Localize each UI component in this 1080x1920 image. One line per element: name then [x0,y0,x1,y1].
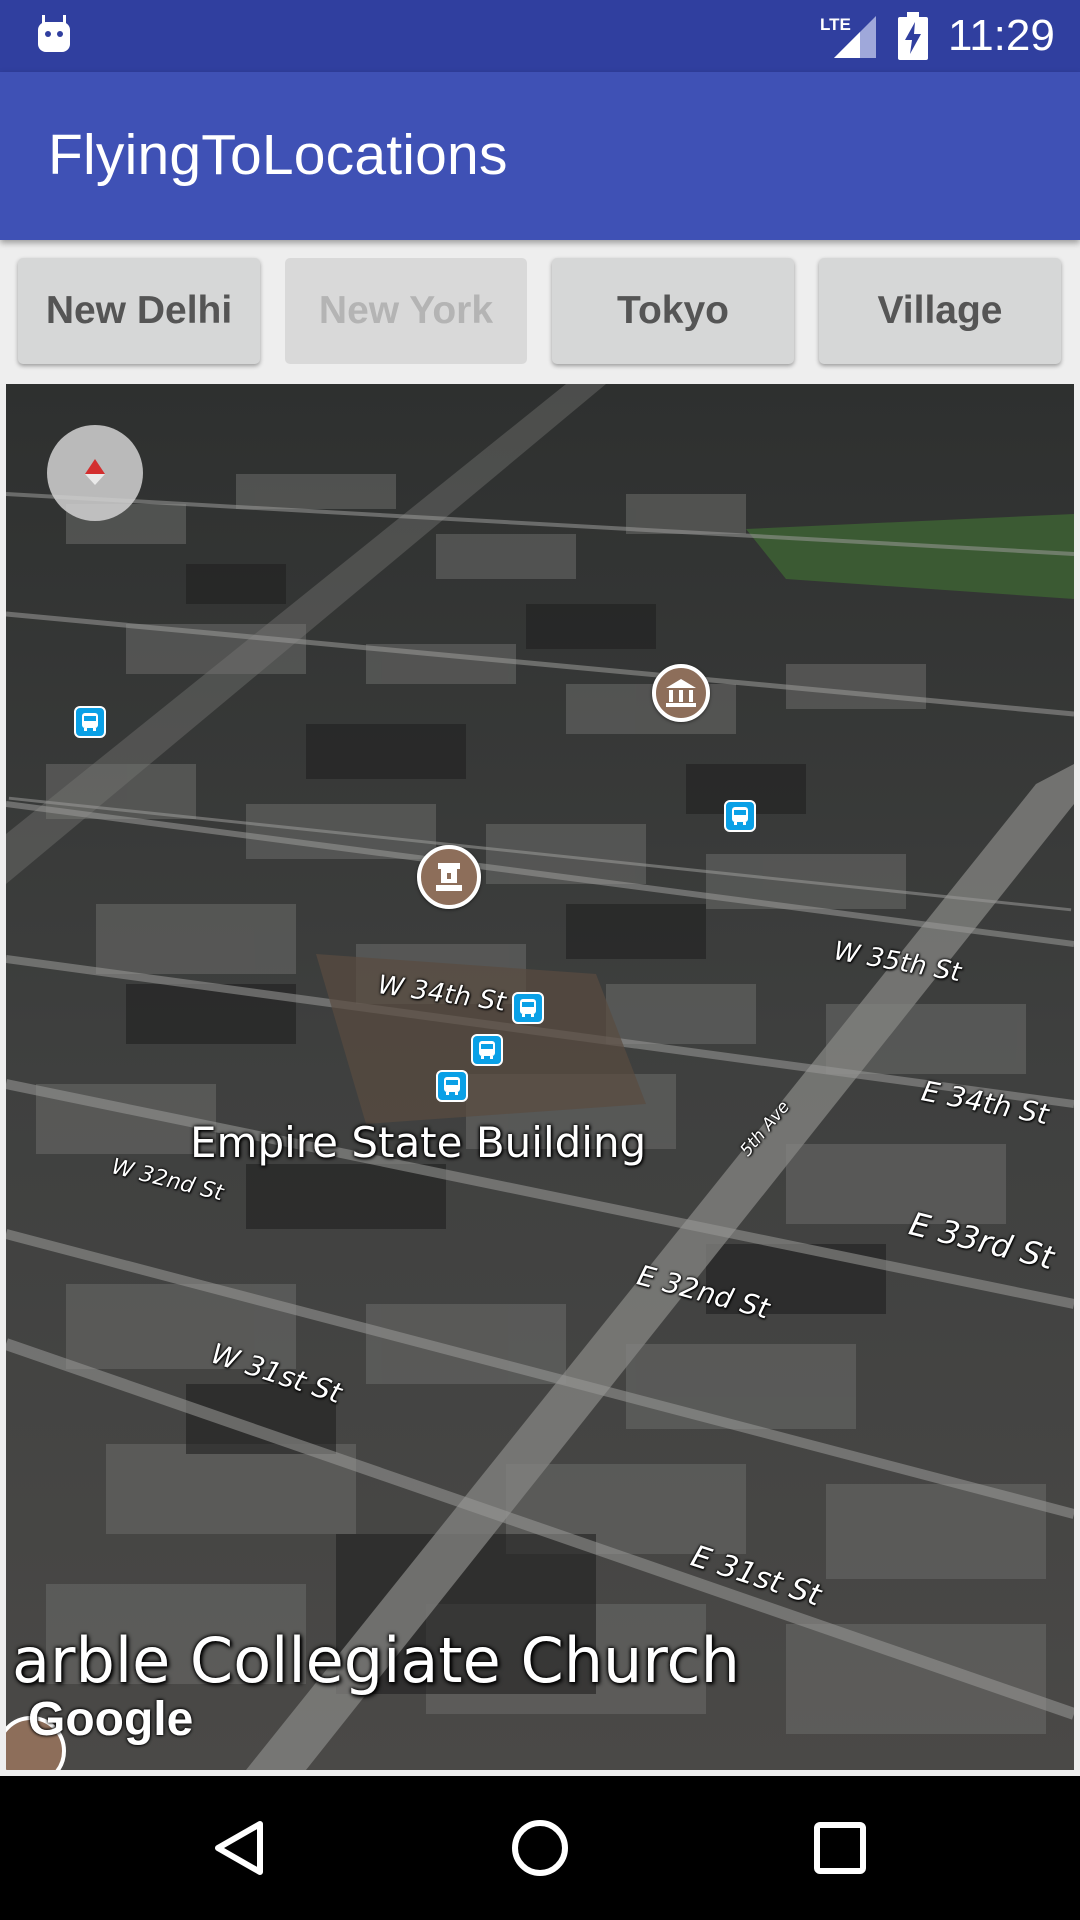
bus-stop-icon[interactable] [436,1070,468,1102]
clock: 11:29 [948,11,1055,60]
landmark-icon[interactable] [417,845,481,909]
new-delhi-button[interactable]: New Delhi [18,258,260,364]
tokyo-button[interactable]: Tokyo [552,258,794,364]
app-bar: FlyingToLocations [0,72,1080,240]
bus-stop-icon[interactable] [471,1034,503,1066]
navigation-bar [0,1776,1080,1920]
bus-stop-icon[interactable] [512,992,544,1024]
svg-text:LTE: LTE [820,15,851,34]
home-icon[interactable] [510,1818,570,1878]
compass-icon [85,459,105,485]
lte-signal-icon: LTE [820,15,876,58]
museum-icon[interactable] [652,664,710,722]
app-title: FlyingToLocations [48,123,508,187]
android-robot-icon [38,15,70,52]
satellite-imagery [6,384,1074,1770]
bus-stop-icon[interactable] [724,800,756,832]
new-york-button[interactable]: New York [285,258,527,364]
recents-icon[interactable] [812,1820,868,1876]
church-label: arble Collegiate Church [12,1624,740,1697]
empire-state-building-label: Empire State Building [190,1118,647,1167]
village-button[interactable]: Village [819,258,1061,364]
battery-charging-icon [898,12,928,60]
map-view[interactable]: W 34th St W 35th St E 34th St W 32nd St … [6,384,1074,1770]
compass-button[interactable] [47,425,143,521]
bus-stop-icon[interactable] [74,706,106,738]
status-bar: LTE 11:29 [0,0,1080,72]
back-icon[interactable] [210,1818,270,1878]
google-logo: Google [28,1693,194,1746]
